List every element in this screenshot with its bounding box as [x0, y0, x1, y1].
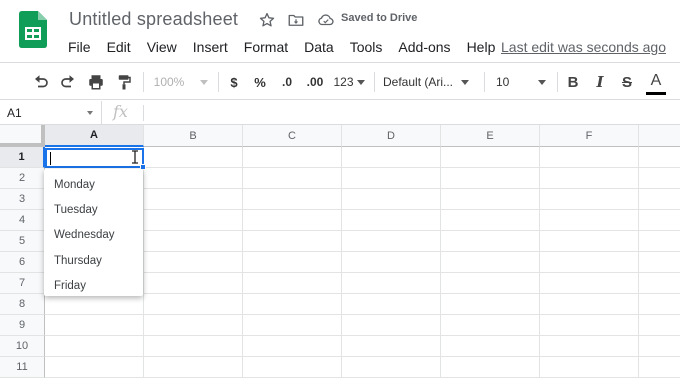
select-all-corner[interactable]	[0, 125, 45, 147]
grid-line	[341, 147, 342, 378]
menu-add-ons[interactable]: Add-ons	[390, 38, 458, 58]
font-family-select[interactable]: Default (Ari...	[383, 63, 477, 101]
row-header-9[interactable]: 9	[0, 315, 45, 336]
column-header-b[interactable]: B	[144, 125, 243, 147]
toolbar-separator	[557, 72, 558, 92]
chevron-down-icon	[356, 79, 365, 85]
menu-bar: File Edit View Insert Format Data Tools …	[60, 38, 503, 58]
menu-edit[interactable]: Edit	[99, 38, 139, 58]
autocomplete-item-monday[interactable]: Monday	[44, 172, 143, 197]
menu-format[interactable]: Format	[236, 38, 296, 58]
row-header-5[interactable]: 5	[0, 231, 45, 252]
toolbar-separator	[218, 72, 219, 92]
bold-button[interactable]: B	[563, 63, 583, 101]
fx-icon: fx	[113, 102, 128, 121]
format-currency-button[interactable]: $	[224, 63, 244, 101]
column-header-a[interactable]: A	[45, 125, 144, 147]
print-button[interactable]	[85, 63, 107, 101]
decrease-decimal-button[interactable]: .0	[276, 63, 298, 101]
autocomplete-item-thursday[interactable]: Thursday	[44, 248, 143, 273]
move-to-folder-icon[interactable]	[286, 10, 306, 30]
toolbar-separator	[484, 72, 485, 92]
star-icon[interactable]	[257, 10, 277, 30]
grid-line	[638, 147, 639, 378]
chevron-down-icon	[461, 79, 470, 85]
more-formats-button[interactable]: 123	[331, 63, 367, 101]
increase-decimal-button[interactable]: .00	[302, 63, 328, 101]
save-status: Saved to Drive	[341, 12, 418, 24]
column-header-g[interactable]	[639, 125, 680, 147]
active-cell-a1[interactable]	[45, 148, 146, 170]
text-cursor	[50, 152, 51, 165]
cloud-done-icon[interactable]	[316, 10, 336, 30]
row-header-2[interactable]: 2	[0, 168, 45, 189]
menu-view[interactable]: View	[139, 38, 185, 58]
row-header-4[interactable]: 4	[0, 210, 45, 231]
formula-input[interactable]	[150, 105, 670, 121]
text-color-button[interactable]: A	[645, 63, 667, 101]
row-header-3[interactable]: 3	[0, 189, 45, 210]
row-header-10[interactable]: 10	[0, 336, 45, 357]
italic-button[interactable]: I	[590, 63, 610, 101]
format-percent-button[interactable]: %	[250, 63, 270, 101]
document-title[interactable]: Untitled spreadsheet	[69, 9, 238, 30]
grid-line	[45, 314, 680, 315]
toolbar-separator	[374, 72, 375, 92]
name-box[interactable]: A1	[0, 101, 102, 125]
grid-line	[143, 147, 144, 378]
grid-line	[539, 147, 540, 378]
grid-line	[242, 147, 243, 378]
print-icon	[89, 75, 103, 90]
redo-button[interactable]	[57, 63, 79, 101]
zoom-value: 100%	[153, 75, 185, 89]
zoom-select[interactable]: 100%	[150, 63, 212, 101]
column-header-d[interactable]: D	[342, 125, 441, 147]
row-header-11[interactable]: 11	[0, 357, 45, 378]
toolbar: 100% $ % .0 .00 123 Default (Ari... 10 B…	[0, 62, 680, 100]
menu-file[interactable]: File	[60, 38, 99, 58]
grid-line	[45, 356, 680, 357]
grid-line	[440, 147, 441, 378]
column-header-c[interactable]: C	[243, 125, 342, 147]
chevron-down-icon	[87, 111, 93, 115]
paint-format-button[interactable]	[113, 63, 135, 101]
sheets-logo-icon[interactable]	[19, 11, 47, 48]
column-header-f[interactable]: F	[540, 125, 639, 147]
row-header-6[interactable]: 6	[0, 252, 45, 273]
strikethrough-button[interactable]: S	[617, 63, 637, 101]
row-header-1[interactable]: 1	[0, 147, 45, 168]
name-box-value: A1	[7, 106, 22, 120]
formula-bar: A1 fx	[0, 101, 680, 125]
text-color-swatch	[646, 91, 666, 95]
redo-icon	[61, 75, 74, 88]
menu-data[interactable]: Data	[296, 38, 342, 58]
column-header-e[interactable]: E	[441, 125, 540, 147]
autocomplete-item-friday[interactable]: Friday	[44, 274, 143, 299]
autocomplete-item-wednesday[interactable]: Wednesday	[44, 223, 143, 248]
chevron-down-icon	[538, 79, 547, 85]
font-size-select[interactable]: 10	[496, 63, 552, 101]
undo-button[interactable]	[30, 63, 52, 101]
toolbar-separator	[143, 72, 144, 92]
menu-insert[interactable]: Insert	[185, 38, 236, 58]
formula-separator	[143, 105, 144, 121]
menu-help[interactable]: Help	[459, 38, 504, 58]
row-header-8[interactable]: 8	[0, 294, 45, 315]
paint-format-icon	[118, 75, 131, 90]
grid-line	[45, 335, 680, 336]
menu-tools[interactable]: Tools	[342, 38, 391, 58]
undo-icon	[35, 75, 48, 88]
last-edit-link[interactable]: Last edit was seconds ago	[501, 39, 666, 55]
row-header-7[interactable]: 7	[0, 273, 45, 294]
autocomplete-item-tuesday[interactable]: Tuesday	[44, 197, 143, 222]
chevron-down-icon	[200, 79, 209, 85]
autocomplete-dropdown: Monday Tuesday Wednesday Thursday Friday	[44, 169, 143, 296]
mouse-ibeam-cursor-icon	[132, 150, 138, 164]
